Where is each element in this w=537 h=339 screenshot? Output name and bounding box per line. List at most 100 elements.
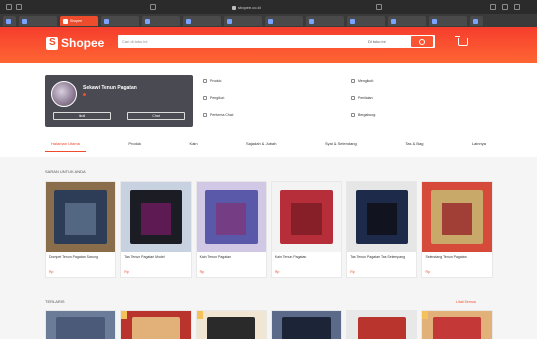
shop-profile-section: Sekawi Tenun Pagatan Ikuti Chat Produk: … xyxy=(0,63,537,157)
product-card[interactable]: Selendang Tenun Pagatan Rp xyxy=(421,181,493,278)
tab-products[interactable]: Produk xyxy=(122,136,147,152)
product-image[interactable] xyxy=(46,182,116,252)
product-card[interactable] xyxy=(120,310,192,339)
shop-avatar[interactable] xyxy=(51,81,77,107)
user-plus-icon xyxy=(351,79,355,84)
tab-favicon xyxy=(350,18,355,24)
user-check-icon xyxy=(351,113,355,118)
tab-kain[interactable]: Kain xyxy=(184,136,204,152)
product-image[interactable] xyxy=(196,182,266,252)
bestseller-badge xyxy=(422,311,429,319)
search-button[interactable] xyxy=(411,36,433,47)
product-shape-main xyxy=(357,317,407,339)
product-shape-main xyxy=(282,317,331,339)
new-tab-button[interactable] xyxy=(470,15,483,26)
follow-button[interactable]: Ikuti xyxy=(53,112,111,120)
shield-icon[interactable] xyxy=(150,4,156,10)
search-scope[interactable]: Di toko ini xyxy=(368,35,386,48)
product-card[interactable] xyxy=(421,310,493,339)
tab-shopee[interactable]: Shopee xyxy=(60,15,98,26)
product-shape-main xyxy=(56,317,105,339)
product-name[interactable]: Kain Tenun Pagatan xyxy=(272,252,341,268)
product-card[interactable] xyxy=(45,310,117,339)
tab-pinned-1[interactable] xyxy=(3,15,16,26)
stat-label: Mengikuti: xyxy=(358,79,374,83)
tab-6[interactable] xyxy=(224,15,262,26)
see-all-link[interactable]: Lihat Semua xyxy=(456,300,476,304)
stat-joined: Bergabung: xyxy=(351,113,377,118)
product-card[interactable]: Dompet Tenun Pagatan Sarung Rp xyxy=(45,181,117,278)
share-icon[interactable] xyxy=(502,4,508,10)
stat-rating: Penilaian: xyxy=(351,96,373,101)
search-bar[interactable]: Cari di toko ini Di toko ini xyxy=(118,35,435,48)
product-card[interactable]: Kain Tenun Pagatan Rp xyxy=(270,181,343,278)
product-card[interactable] xyxy=(346,310,418,339)
stat-following: Mengikuti: xyxy=(351,79,374,84)
product-name[interactable]: Selendang Tenun Pagatan xyxy=(422,252,491,268)
tab-syal[interactable]: Syal & Selendang xyxy=(319,136,363,152)
browser-window: shopee.co.id Shopee Shopee Cari di toko … xyxy=(0,0,537,339)
product-card[interactable] xyxy=(270,310,343,339)
tab-favicon xyxy=(22,18,27,24)
product-card[interactable]: Kain Tenun Pagatan Rp xyxy=(195,181,267,278)
back-icon[interactable] xyxy=(6,4,12,10)
tab-11[interactable] xyxy=(429,15,467,26)
tab-sajadah[interactable]: Sajadah & Jubah xyxy=(240,136,282,152)
tab-10[interactable] xyxy=(388,15,426,26)
product-image[interactable] xyxy=(196,311,266,339)
product-name[interactable]: Dompet Tenun Pagatan Sarung xyxy=(46,252,115,268)
chat-button[interactable]: Chat xyxy=(127,112,185,120)
stat-products: Produk: xyxy=(203,79,222,84)
users-icon xyxy=(203,96,207,101)
product-name[interactable]: Kain Tenun Pagatan xyxy=(197,252,266,268)
product-name[interactable]: Tas Tenun Pagatan Model xyxy=(121,252,190,268)
address-text: shopee.co.id xyxy=(238,5,261,10)
product-card[interactable]: Tas Tenun Pagatan Tas Selempang Rp xyxy=(346,181,418,278)
stat-label: Pengikut: xyxy=(210,96,225,100)
cart-icon[interactable] xyxy=(455,36,468,46)
stat-label: Performa Chat: xyxy=(210,113,234,117)
product-image[interactable] xyxy=(271,182,342,252)
search-input[interactable]: Cari di toko ini xyxy=(122,35,147,48)
product-card[interactable] xyxy=(195,310,267,339)
product-card[interactable]: Tas Tenun Pagatan Model Rp xyxy=(120,181,192,278)
product-image[interactable] xyxy=(347,182,417,252)
product-image[interactable] xyxy=(347,311,417,339)
tab-5[interactable] xyxy=(183,15,221,26)
browser-titlebar: shopee.co.id xyxy=(0,0,537,14)
product-name[interactable]: Tas Tenun Pagatan Tas Selempang xyxy=(347,252,416,268)
product-image[interactable] xyxy=(422,182,492,252)
product-image[interactable] xyxy=(46,311,116,339)
menu-icon[interactable] xyxy=(514,4,520,10)
tab-home[interactable]: Halaman Utama xyxy=(45,136,86,152)
tab-7[interactable] xyxy=(265,15,303,26)
product-image[interactable] xyxy=(121,311,191,339)
recommend-title: SARAN UNTUK ANDA xyxy=(45,169,86,174)
address-bar[interactable]: shopee.co.id xyxy=(228,3,265,12)
tab-favicon xyxy=(391,18,396,24)
tab-more[interactable]: Lainnya xyxy=(466,136,492,152)
tab-1[interactable] xyxy=(19,15,57,26)
product-shape-accent xyxy=(215,203,247,235)
forward-icon[interactable] xyxy=(16,4,22,10)
tab-3[interactable] xyxy=(101,15,139,26)
shop-card: Sekawi Tenun Pagatan Ikuti Chat xyxy=(45,75,193,127)
product-shape-accent xyxy=(65,203,96,235)
shopee-logo[interactable]: Shopee xyxy=(46,36,104,50)
tab-favicon xyxy=(268,18,273,24)
bookmark-icon[interactable] xyxy=(376,4,382,10)
extensions-icon[interactable] xyxy=(490,4,496,10)
tab-9[interactable] xyxy=(347,15,385,26)
product-image[interactable] xyxy=(422,311,492,339)
bestseller-badge xyxy=(121,311,128,319)
stat-label: Bergabung: xyxy=(358,113,377,117)
product-image[interactable] xyxy=(121,182,191,252)
tab-8[interactable] xyxy=(306,15,344,26)
shop-name: Sekawi Tenun Pagatan xyxy=(83,85,137,91)
tab-favicon xyxy=(6,18,11,24)
product-price: Rp xyxy=(124,270,129,274)
tab-4[interactable] xyxy=(142,15,180,26)
product-price: Rp xyxy=(350,270,355,274)
product-image[interactable] xyxy=(271,311,342,339)
tab-tas[interactable]: Tas & Bag xyxy=(399,136,429,152)
